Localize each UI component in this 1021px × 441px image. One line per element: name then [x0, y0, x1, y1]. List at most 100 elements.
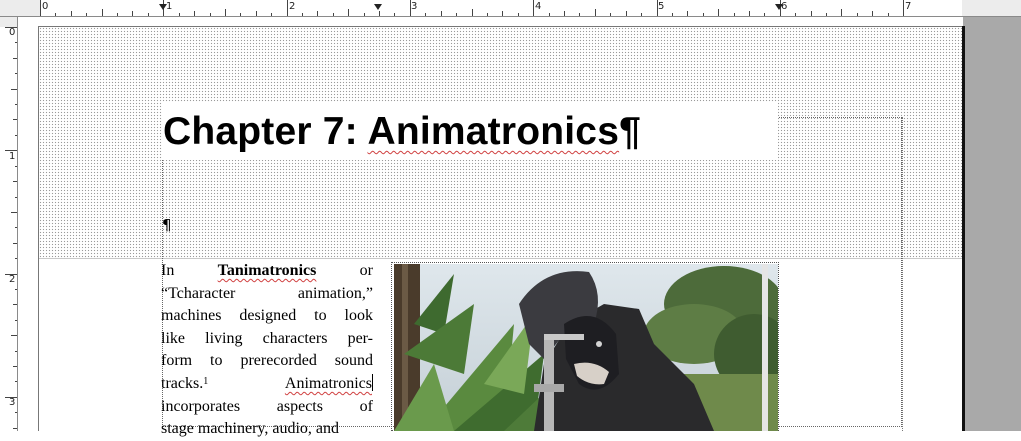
index-term: Tanimatronics	[217, 262, 317, 279]
text-cursor	[372, 373, 373, 391]
ruler-tick	[579, 13, 580, 16]
word: tracks.	[161, 374, 204, 392]
ruler-tick	[132, 11, 133, 16]
ruler-tick	[441, 11, 442, 16]
ruler-tick	[225, 9, 226, 16]
word: characters	[262, 329, 328, 347]
vertical-ruler-number: 3	[9, 397, 16, 408]
ruler-tick	[811, 11, 812, 16]
ruler-tick	[903, 0, 904, 16]
ruler-tick	[749, 11, 750, 16]
horizontal-ruler[interactable]: 0 1 2 3 4 5 6 7	[0, 0, 1021, 17]
ruler-tick	[687, 11, 688, 16]
word: incorporates	[161, 397, 241, 415]
ruler-tick	[302, 13, 303, 16]
word: machines	[161, 307, 222, 325]
word: prerecorded	[240, 352, 317, 370]
vertical-ruler-tick	[15, 104, 17, 105]
ruler-tick	[888, 13, 889, 16]
vertical-ruler-tick	[15, 351, 17, 352]
pasteboard-strip	[963, 17, 1021, 26]
vertical-ruler-tick	[15, 166, 17, 167]
ruler-number: 3	[411, 1, 418, 12]
ruler-tick	[703, 13, 704, 16]
word: In	[161, 262, 175, 279]
ruler-tick	[672, 13, 673, 16]
word: to	[314, 307, 327, 325]
ruler-tick	[472, 9, 473, 16]
ruler-tick	[549, 13, 550, 16]
vertical-ruler-number: 1	[9, 151, 16, 162]
ruler-tick	[564, 11, 565, 16]
vertical-ruler-tick	[13, 304, 17, 305]
ruler-tick	[40, 0, 41, 16]
ruler-tick	[117, 13, 118, 16]
ruler-tick	[626, 11, 627, 16]
word: sound	[334, 352, 373, 370]
ruler-tick	[610, 13, 611, 16]
word: animation,”	[297, 284, 373, 302]
ruler-tick	[271, 13, 272, 16]
ruler-tick	[102, 9, 103, 16]
ruler-tick	[55, 13, 56, 16]
vertical-ruler-tick	[15, 412, 17, 413]
vertical-ruler-tick	[15, 258, 17, 259]
animatronic-gorilla-photo[interactable]	[394, 264, 778, 431]
ruler-tick	[502, 11, 503, 16]
ruler-number: 7	[905, 1, 912, 12]
photo-illustration	[394, 264, 778, 431]
vertical-ruler-tick	[13, 366, 17, 367]
ruler-tick	[210, 13, 211, 16]
vertical-ruler-number: 0	[9, 27, 16, 38]
text-line: In Tanimatronics or	[161, 260, 373, 283]
ruler-tick	[456, 13, 457, 16]
vertical-ruler-tick	[13, 58, 17, 59]
ruler-tick	[518, 13, 519, 16]
text-line: “Tcharacter animation,”	[161, 283, 373, 306]
ruler-tick	[826, 13, 827, 16]
ruler-tick	[317, 11, 318, 16]
ruler-tick	[857, 13, 858, 16]
right-indent-marker[interactable]	[775, 4, 783, 10]
vertical-ruler-page-area	[0, 27, 17, 431]
footnote-reference[interactable]: 1	[203, 376, 208, 387]
vertical-ruler-tick	[15, 289, 17, 290]
tab-stop-marker[interactable]	[374, 4, 382, 10]
vertical-ruler-tick	[13, 119, 17, 120]
ruler-tick	[148, 13, 149, 16]
text-line: like living characters per-	[161, 328, 373, 351]
text-line: stage machinery, audio, and	[161, 418, 373, 441]
ruler-number: 2	[289, 1, 296, 12]
ruler-tick	[71, 11, 72, 16]
ruler-tick	[179, 13, 180, 16]
ruler-number: 4	[535, 1, 542, 12]
ruler-tick	[487, 13, 488, 16]
ruler-tick	[394, 13, 395, 16]
ruler-tick	[194, 11, 195, 16]
text-line: incorporates aspects of	[161, 396, 373, 419]
ruler-tick	[86, 13, 87, 16]
word: Animatronics	[284, 374, 372, 392]
ruler-tick	[364, 13, 365, 16]
vertical-ruler-tick	[15, 227, 17, 228]
vertical-ruler-tick	[11, 335, 17, 336]
chapter-title-prefix: Chapter 7:	[163, 110, 368, 153]
word-with-footnote: tracks.1	[161, 373, 208, 396]
first-line-indent-marker[interactable]	[159, 4, 167, 10]
ruler-tick	[348, 9, 349, 16]
word: designed	[239, 307, 297, 325]
body-text-column[interactable]: In Tanimatronics or “Tcharacter animatio…	[161, 260, 373, 441]
vertical-ruler[interactable]: 0 1 2 3	[0, 17, 18, 431]
chapter-title[interactable]: Chapter 7: Animatronics¶	[163, 110, 641, 154]
ruler-number: 0	[42, 1, 49, 12]
ruler-tick	[872, 11, 873, 16]
ruler-tick	[425, 13, 426, 16]
ruler-tick	[287, 0, 288, 16]
vertical-ruler-tick	[13, 181, 17, 182]
word: of	[359, 397, 373, 415]
empty-paragraph-mark[interactable]: ¶	[162, 216, 172, 234]
vertical-ruler-tick	[11, 89, 17, 90]
word: look	[344, 307, 373, 325]
ruler-tick	[734, 13, 735, 16]
word-with-cursor: Animatronics	[285, 373, 373, 396]
